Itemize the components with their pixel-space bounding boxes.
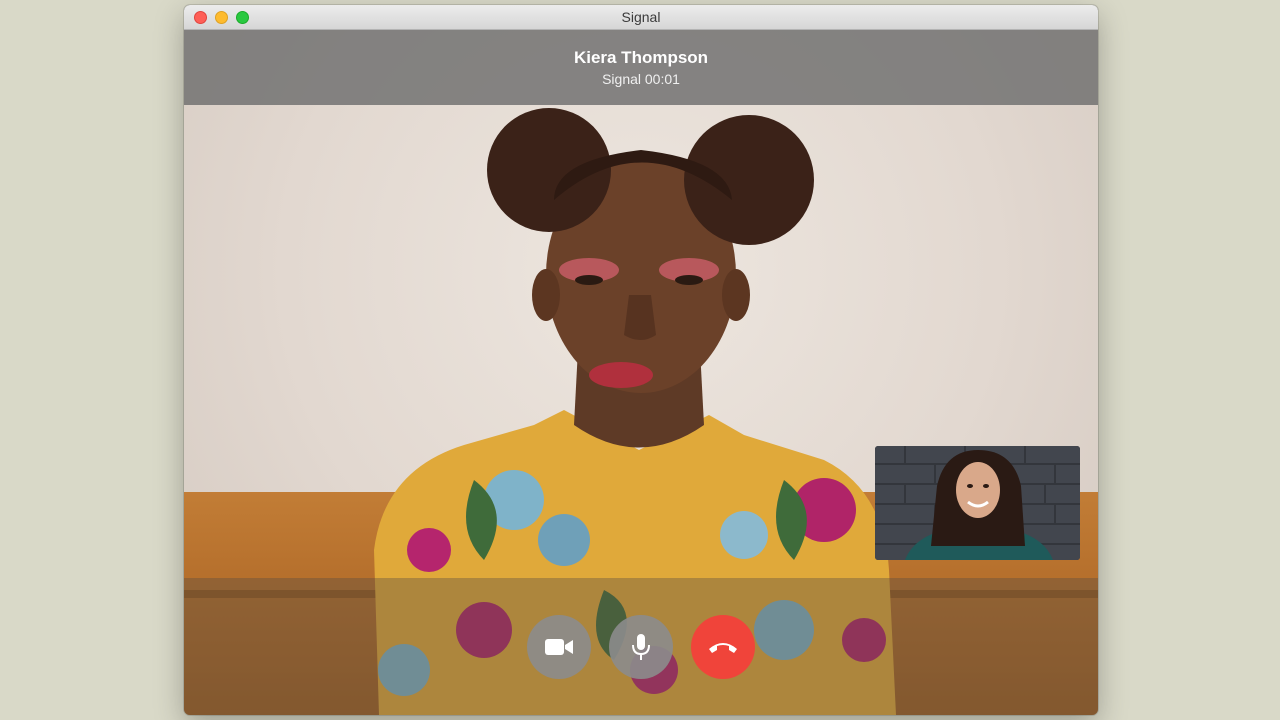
local-participant-image [875,446,1080,560]
signal-window: Signal Kiera Thompson Signal 00:01 [184,5,1098,715]
video-camera-icon [545,639,573,655]
call-view: Kiera Thompson Signal 00:01 [184,30,1098,715]
call-controls-bar [184,578,1098,715]
call-header: Kiera Thompson Signal 00:01 [184,30,1098,105]
microphone-icon [632,634,650,660]
call-duration: Signal 00:01 [602,71,680,87]
contact-name: Kiera Thompson [573,48,709,67]
title-bar[interactable]: Signal [184,5,1098,30]
end-call-button[interactable] [691,615,755,679]
local-video-preview[interactable] [875,446,1080,560]
toggle-microphone-button[interactable] [609,615,673,679]
window-title: Signal [621,9,661,25]
phone-hangup-icon [709,643,737,653]
toggle-video-button[interactable] [527,615,591,679]
